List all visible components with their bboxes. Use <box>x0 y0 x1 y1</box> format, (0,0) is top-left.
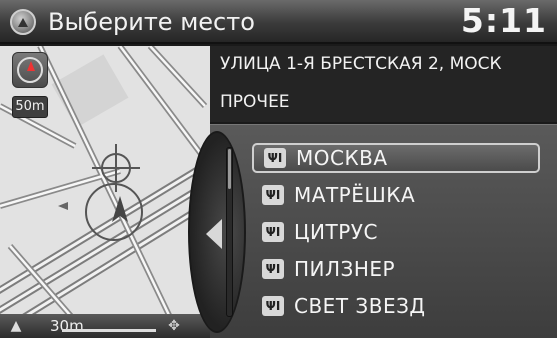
zoom-icon[interactable]: ✥ <box>164 316 184 336</box>
map-roads <box>0 46 210 338</box>
map-view[interactable]: 50m ▲ 30m ✥ <box>0 46 210 338</box>
map-scale-badge[interactable]: 50m <box>12 96 48 118</box>
restaurant-icon: ΨΙ <box>264 148 286 168</box>
list-item[interactable]: ΨΙ ПИЛЗНЕР <box>252 254 540 284</box>
restaurant-icon: ΨΙ <box>262 222 284 242</box>
restaurant-icon: ΨΙ <box>262 296 284 316</box>
list-item[interactable]: ΨΙ ЦИТРУС <box>252 217 540 247</box>
list-item-label: МАТРЁШКА <box>294 183 416 207</box>
category-text: ПРОЧЕЕ <box>220 92 290 112</box>
restaurant-icon: ΨΙ <box>262 185 284 205</box>
poi-list-panel: ΨΙ МОСКВА ΨΙ МАТРЁШКА ΨΙ ЦИТРУС ΨΙ ПИЛЗН… <box>188 124 557 338</box>
list-item[interactable]: ΨΙ МОСКВА <box>252 143 540 173</box>
list-scrollbar[interactable] <box>226 147 233 317</box>
header-bar: Выберите место 5:11 <box>0 0 557 44</box>
restaurant-icon: ΨΙ <box>262 259 284 279</box>
list-item-label: МОСКВА <box>296 146 388 170</box>
clock: 5:11 <box>460 1 547 40</box>
page-title: Выберите место <box>48 8 255 36</box>
address-text: УЛИЦА 1-Я БРЕСТСКАЯ 2, МОСК <box>220 54 502 74</box>
list-item[interactable]: ΨΙ СВЕТ ЗВЕЗД <box>252 291 540 321</box>
map-bottom-bar: ▲ 30m ✥ <box>0 314 210 338</box>
location-info: УЛИЦА 1-Я БРЕСТСКАЯ 2, МОСК ПРОЧЕЕ <box>210 46 557 122</box>
scale-bar <box>62 329 156 332</box>
list-item-label: ПИЛЗНЕР <box>294 257 396 281</box>
map-bottom-scale: 30m <box>50 317 84 335</box>
list-item-label: СВЕТ ЗВЕЗД <box>294 294 426 318</box>
dial-left-arrow-icon[interactable] <box>206 219 222 249</box>
navigation-icon[interactable] <box>10 9 36 35</box>
scroll-thumb[interactable] <box>228 149 231 189</box>
vehicle-icon[interactable]: ▲ <box>6 316 26 336</box>
list-item-label: ЦИТРУС <box>294 220 378 244</box>
compass-icon[interactable] <box>12 52 48 88</box>
nav-screen: Выберите место 5:11 50m ▲ 30m ✥ УЛИЦА 1-… <box>0 0 557 338</box>
list-item[interactable]: ΨΙ МАТРЁШКА <box>252 180 540 210</box>
